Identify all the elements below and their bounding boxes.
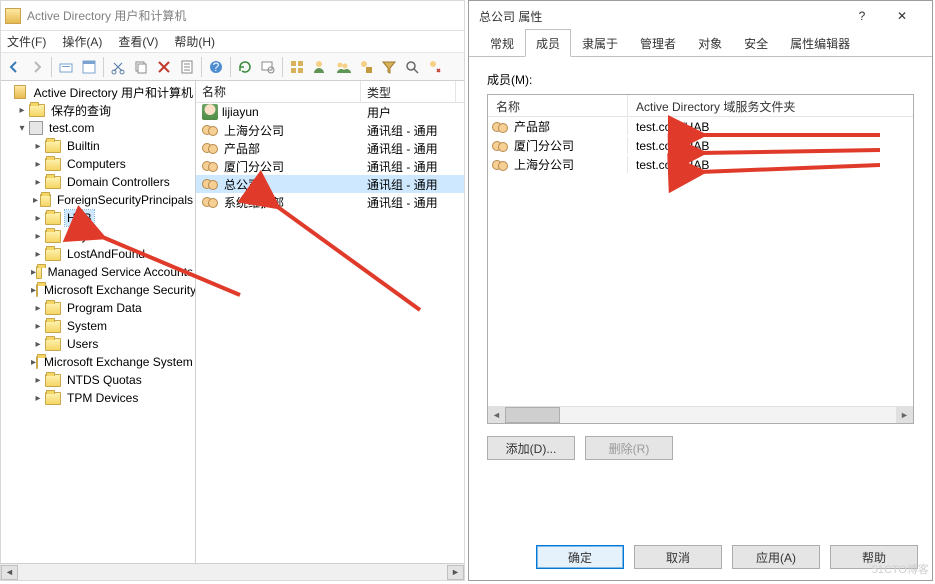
scroll-track[interactable]	[560, 407, 896, 423]
members-header: 名称 Active Directory 域服务文件夹	[488, 95, 913, 117]
cancel-button[interactable]: 取消	[634, 545, 722, 569]
forward-button[interactable]	[26, 56, 48, 78]
toolbar-divider	[282, 57, 283, 77]
menu-help[interactable]: 帮助(H)	[172, 31, 217, 52]
toolbar-divider	[103, 57, 104, 77]
list-row[interactable]: 上海分公司通讯组 - 通用	[196, 121, 464, 139]
dialog-footer: 确定 取消 应用(A) 帮助	[469, 534, 932, 580]
help-button-footer[interactable]: 帮助	[830, 545, 918, 569]
close-button[interactable]: ✕	[882, 2, 922, 30]
tab-members[interactable]: 成员	[525, 29, 571, 57]
tab-managedby[interactable]: 管理者	[629, 29, 687, 56]
cut-button[interactable]	[107, 56, 129, 78]
copy-button[interactable]	[130, 56, 152, 78]
member-row[interactable]: 产品部test.com/HAB	[488, 117, 913, 136]
mcol-name[interactable]: 名称	[488, 95, 628, 116]
scroll-left-icon[interactable]: ◄	[1, 565, 18, 580]
menubar: 文件(F) 操作(A) 查看(V) 帮助(H)	[1, 31, 464, 53]
tree-node[interactable]: ▸LostAndFound	[1, 245, 195, 263]
properties-dialog: 总公司 属性 ? ✕ 常规 成员 隶属于 管理者 对象 安全 属性编辑器 成员(…	[468, 0, 933, 581]
search-button[interactable]	[401, 56, 423, 78]
col-type[interactable]: 类型	[361, 81, 456, 102]
toolbar-divider	[51, 57, 52, 77]
list-row[interactable]: 厦门分公司通讯组 - 通用	[196, 157, 464, 175]
tree-saved-queries[interactable]: ▸保存的查询	[1, 101, 195, 119]
tree-node[interactable]: ▸HAB	[1, 209, 195, 227]
list-row[interactable]: 产品部通讯组 - 通用	[196, 139, 464, 157]
up-button[interactable]	[55, 56, 77, 78]
tree-node[interactable]: ▸Domain Controllers	[1, 173, 195, 191]
tree-node[interactable]: ▸Microsoft Exchange System Objects	[1, 353, 195, 371]
find-button[interactable]	[257, 56, 279, 78]
tree-node[interactable]: ▸Microsoft Exchange Security Groups	[1, 281, 195, 299]
toolbar-divider	[201, 57, 202, 77]
toolbar: ?	[1, 53, 464, 81]
col-name[interactable]: 名称	[196, 81, 361, 102]
filter-button[interactable]	[378, 56, 400, 78]
help-button[interactable]: ?	[842, 2, 882, 30]
scroll-right-icon[interactable]: ►	[447, 565, 464, 580]
members-h-scrollbar[interactable]: ◄ ►	[488, 406, 913, 423]
tab-object[interactable]: 对象	[687, 29, 733, 56]
tree-node[interactable]: ▸System	[1, 317, 195, 335]
tree-node[interactable]: ▸Managed Service Accounts	[1, 263, 195, 281]
tree-panel[interactable]: Active Directory 用户和计算机 ▸保存的查询 ▾test.com…	[1, 81, 196, 563]
tree-node[interactable]: ▸Users	[1, 335, 195, 353]
aduc-titlebar: Active Directory 用户和计算机	[1, 1, 464, 31]
back-button[interactable]	[3, 56, 25, 78]
menu-file[interactable]: 文件(F)	[5, 31, 48, 52]
member-row[interactable]: 上海分公司test.com/HAB	[488, 155, 913, 174]
aduc-window: Active Directory 用户和计算机 文件(F) 操作(A) 查看(V…	[0, 0, 465, 581]
refresh-button[interactable]	[234, 56, 256, 78]
member-row[interactable]: 厦门分公司test.com/HAB	[488, 136, 913, 155]
list-row[interactable]: 系统维护部通讯组 - 通用	[196, 193, 464, 211]
list-row[interactable]: 总公司通讯组 - 通用	[196, 175, 464, 193]
tree-node[interactable]: ▸Keys	[1, 227, 195, 245]
menu-view[interactable]: 查看(V)	[116, 31, 160, 52]
tree-node[interactable]: ▸TPM Devices	[1, 389, 195, 407]
menu-action[interactable]: 操作(A)	[60, 31, 104, 52]
new-group-button[interactable]	[332, 56, 354, 78]
dialog-titlebar: 总公司 属性 ? ✕	[469, 1, 932, 31]
props-button[interactable]	[176, 56, 198, 78]
dialog-title: 总公司 属性	[479, 8, 842, 25]
list-panel[interactable]: 名称 类型 lijiayun用户上海分公司通讯组 - 通用产品部通讯组 - 通用…	[196, 81, 464, 563]
remove-button[interactable]: 删除(R)	[585, 436, 673, 460]
tree-node[interactable]: ▸ForeignSecurityPrincipals	[1, 191, 195, 209]
add-button[interactable]: 添加(D)...	[487, 436, 575, 460]
new-user-button[interactable]	[309, 56, 331, 78]
tab-general[interactable]: 常规	[479, 29, 525, 56]
ok-button[interactable]: 确定	[536, 545, 624, 569]
scroll-right-icon[interactable]: ►	[896, 407, 913, 423]
toolbar-divider	[230, 57, 231, 77]
delete-button[interactable]	[153, 56, 175, 78]
members-list[interactable]: 名称 Active Directory 域服务文件夹 产品部test.com/H…	[487, 94, 914, 424]
tree-node[interactable]: ▸Program Data	[1, 299, 195, 317]
tab-strip: 常规 成员 隶属于 管理者 对象 安全 属性编辑器	[469, 31, 932, 57]
tab-security[interactable]: 安全	[733, 29, 779, 56]
more-button[interactable]	[424, 56, 446, 78]
tree-node[interactable]: ▸Builtin	[1, 137, 195, 155]
scroll-left-icon[interactable]: ◄	[488, 407, 505, 423]
properties-button[interactable]	[78, 56, 100, 78]
list-row[interactable]: lijiayun用户	[196, 103, 464, 121]
tab-memberof[interactable]: 隶属于	[571, 29, 629, 56]
members-label: 成员(M):	[487, 71, 914, 88]
tree-node[interactable]: ▸NTDS Quotas	[1, 371, 195, 389]
tree-root[interactable]: Active Directory 用户和计算机	[1, 83, 195, 101]
svg-text:?: ?	[213, 60, 220, 74]
tree-node[interactable]: ▸Computers	[1, 155, 195, 173]
scroll-thumb[interactable]	[505, 407, 560, 423]
app-icon	[5, 8, 21, 24]
list-header: 名称 类型	[196, 81, 464, 103]
tree-domain[interactable]: ▾test.com	[1, 119, 195, 137]
tree-h-scrollbar[interactable]: ◄ ►	[1, 563, 464, 580]
apply-button[interactable]: 应用(A)	[732, 545, 820, 569]
tab-attr-editor[interactable]: 属性编辑器	[779, 29, 861, 56]
aduc-title: Active Directory 用户和计算机	[27, 7, 186, 24]
help-button[interactable]: ?	[205, 56, 227, 78]
icon-button[interactable]	[286, 56, 308, 78]
new-ou-button[interactable]	[355, 56, 377, 78]
mcol-folder[interactable]: Active Directory 域服务文件夹	[628, 95, 913, 116]
